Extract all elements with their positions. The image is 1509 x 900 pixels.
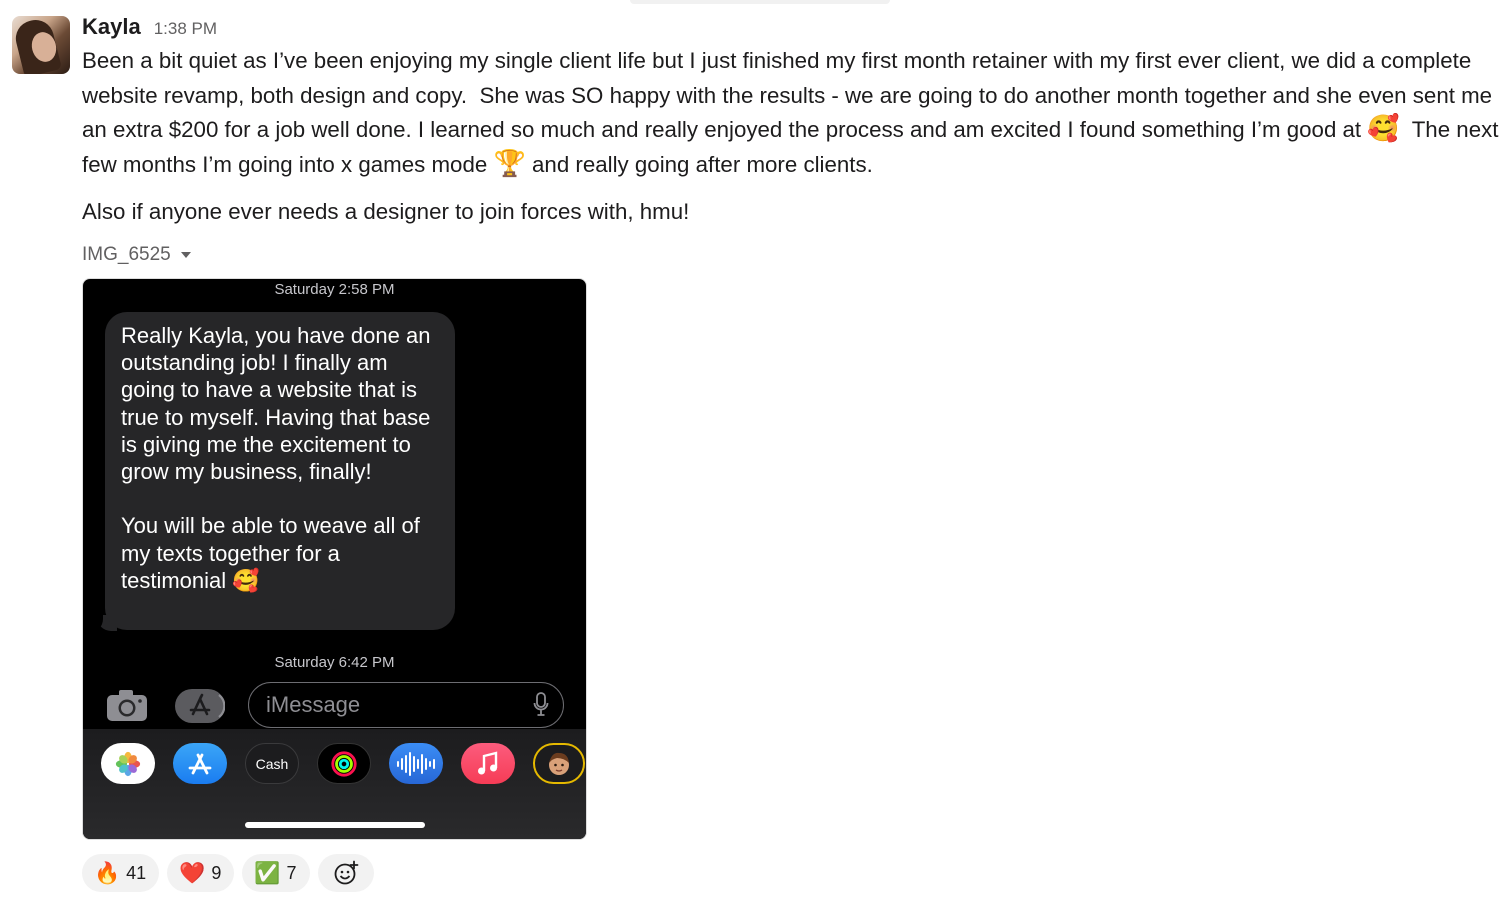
message-text-part3: and really going after more clients. (525, 151, 873, 177)
memoji-icon (533, 743, 585, 784)
app-store-glyph-icon (189, 693, 226, 718)
screenshot-timestamp-bottom: Saturday 6:42 PM (274, 654, 395, 671)
screenshot-timestamp-top: Saturday 2:58 PM (274, 281, 395, 298)
imessage-input: iMessage (248, 682, 564, 728)
reaction-count: 9 (211, 862, 222, 883)
message-body: Been a bit quiet as I’ve been enjoying m… (82, 44, 1502, 182)
smiling-hearts-emoji: 🥰 (1367, 114, 1400, 144)
image-attachment[interactable]: Saturday 2:58 PM Really Kayla, you have … (82, 278, 587, 840)
heart-emoji: ❤️ (179, 860, 206, 885)
compose-bar: iMessage (83, 679, 586, 734)
message-text-part1: Been a bit quiet as I’ve been enjoying m… (82, 48, 1499, 142)
add-reaction-icon (334, 860, 358, 885)
reaction-check[interactable]: ✅ 7 (242, 854, 310, 892)
text-bubble: Really Kayla, you have done an outstandi… (105, 312, 455, 630)
home-indicator (245, 822, 425, 828)
audio-message-icon (389, 743, 443, 784)
reaction-heart[interactable]: ❤️ 9 (167, 854, 235, 892)
message: Kayla 1:38 PM Been a bit quiet as I’ve b… (82, 14, 1502, 269)
app-store-toggle (175, 689, 226, 723)
activity-icon (317, 743, 371, 784)
check-mark-emoji: ✅ (254, 860, 281, 885)
sender-name[interactable]: Kayla (82, 14, 141, 40)
app-drawer: Cash (83, 743, 586, 789)
cash-label: Cash (255, 755, 289, 772)
message-header: Kayla 1:38 PM (82, 14, 1502, 44)
scroll-hint (630, 0, 890, 4)
music-icon (461, 743, 515, 784)
camera-icon (107, 690, 147, 721)
app-store-icon (173, 743, 227, 784)
reaction-count: 7 (286, 862, 297, 883)
photos-icon (101, 743, 155, 784)
trophy-emoji: 🏆 (493, 148, 526, 179)
attachment-header[interactable]: IMG_6525 (82, 241, 1502, 269)
microphone-icon (533, 692, 549, 716)
attachment-name[interactable]: IMG_6525 (82, 244, 171, 266)
message-paragraph-2: Also if anyone ever needs a designer to … (82, 199, 690, 224)
imessage-placeholder: iMessage (266, 692, 361, 717)
add-reaction-button[interactable] (317, 854, 374, 892)
message-timestamp[interactable]: 1:38 PM (154, 19, 217, 39)
fire-emoji: 🔥 (94, 860, 121, 885)
avatar[interactable] (12, 16, 70, 74)
reaction-count: 41 (126, 862, 147, 883)
reactions-bar: 🔥 41 ❤️ 9 ✅ 7 (82, 854, 374, 892)
chevron-down-icon[interactable] (180, 251, 191, 258)
apple-cash-icon: Cash (245, 743, 299, 784)
reaction-fire[interactable]: 🔥 41 (82, 854, 160, 892)
